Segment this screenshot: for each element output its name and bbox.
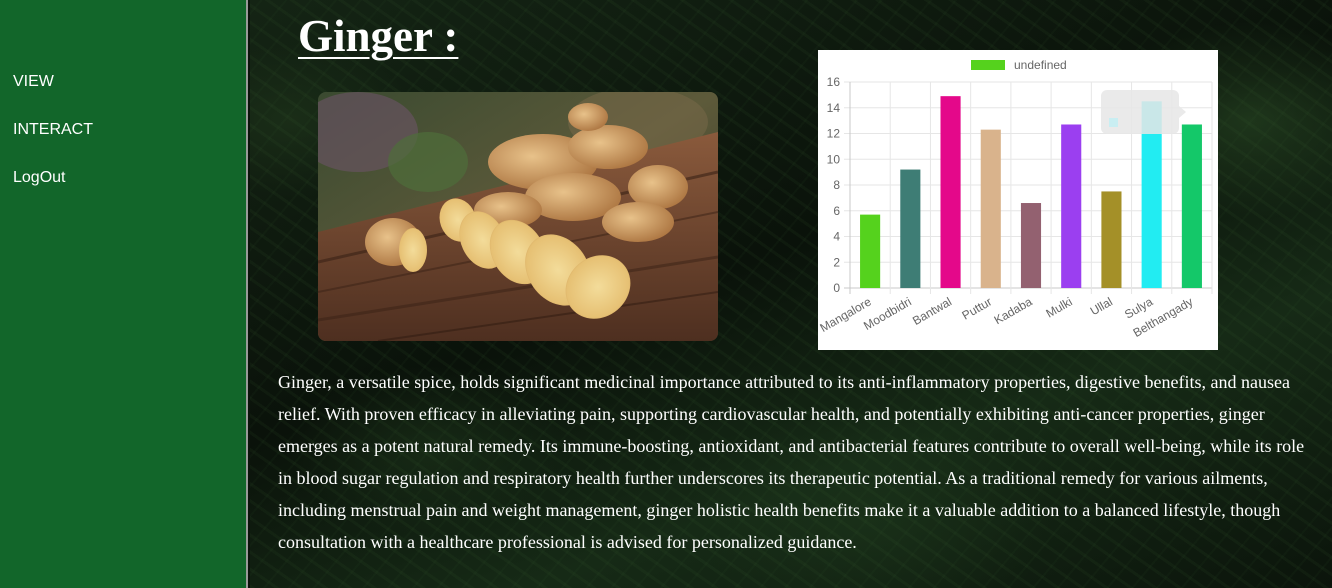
bar-mulki[interactable] bbox=[1061, 124, 1082, 288]
sidebar: VIEW INTERACT LogOut bbox=[0, 0, 248, 588]
y-tick-label: 6 bbox=[833, 204, 840, 218]
bar-belthangady[interactable] bbox=[1181, 124, 1202, 288]
main-content: Ginger : 0 2 4 6 8 10 12 14 16 Mangalore… bbox=[250, 0, 1332, 588]
y-tick-label: 10 bbox=[827, 152, 841, 166]
bar-bantwal[interactable] bbox=[940, 96, 961, 288]
nav-logout-link[interactable]: LogOut bbox=[13, 169, 65, 187]
y-tick-label: 0 bbox=[833, 281, 840, 295]
bar-puttur[interactable] bbox=[980, 129, 1001, 288]
bar-moodbidri[interactable] bbox=[900, 169, 921, 288]
y-tick-label: 12 bbox=[827, 127, 841, 141]
y-tick-label: 2 bbox=[833, 255, 840, 269]
x-tick-label: Mulki bbox=[1043, 294, 1074, 320]
nav-interact-link[interactable]: INTERACT bbox=[13, 121, 93, 139]
y-tick-label: 8 bbox=[833, 178, 840, 192]
x-tick-label: Puttur bbox=[960, 294, 995, 322]
y-tick-label: 4 bbox=[833, 230, 840, 244]
legend-swatch bbox=[971, 60, 1005, 70]
x-tick-label: Bantwal bbox=[910, 294, 954, 327]
nav-view-link[interactable]: VIEW bbox=[13, 73, 54, 91]
bar-ullal[interactable] bbox=[1101, 191, 1122, 288]
bar-kadaba[interactable] bbox=[1020, 203, 1042, 288]
y-tick-label: 14 bbox=[827, 101, 841, 115]
chart-tooltip bbox=[1101, 90, 1186, 134]
page-title: Ginger : bbox=[298, 11, 459, 61]
ginger-description: Ginger, a versatile spice, holds signifi… bbox=[278, 372, 1305, 552]
y-tick-label: 16 bbox=[827, 75, 841, 89]
bar-mangalore[interactable] bbox=[860, 214, 881, 288]
ginger-photo bbox=[318, 92, 718, 341]
x-tick-label: Ullal bbox=[1088, 294, 1115, 318]
district-bar-chart: 0 2 4 6 8 10 12 14 16 Mangalore Moodbidri Bantwal Pu… bbox=[818, 50, 1218, 350]
x-tick-label: Kadaba bbox=[992, 294, 1035, 327]
legend-label: undefined bbox=[1014, 58, 1067, 72]
